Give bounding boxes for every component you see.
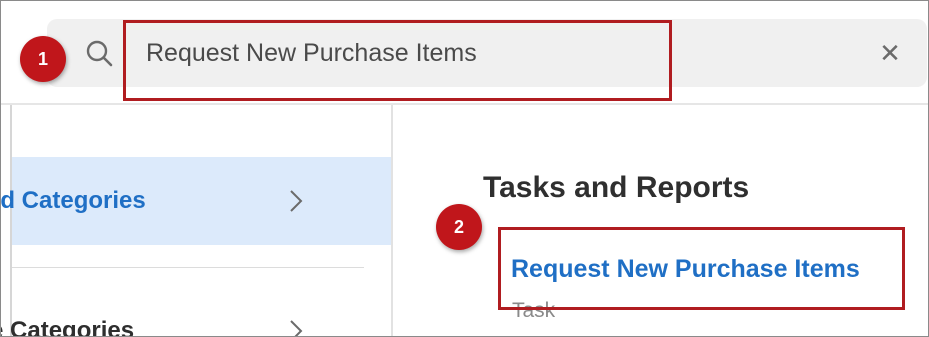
panel-divider xyxy=(391,105,393,336)
step-badge-2: 2 xyxy=(436,204,482,250)
search-highlight-box xyxy=(123,20,672,101)
result-highlight-box xyxy=(498,227,905,310)
chevron-right-icon[interactable] xyxy=(289,189,303,213)
header-divider xyxy=(1,103,928,105)
app-window: ✕ ed Categories e Categories Tasks and R… xyxy=(0,0,929,337)
chevron-right-icon[interactable] xyxy=(289,319,303,337)
search-icon[interactable] xyxy=(85,39,115,69)
sidebar-item-label[interactable]: e Categories xyxy=(1,317,134,336)
sidebar-divider xyxy=(12,267,364,268)
close-icon[interactable]: ✕ xyxy=(875,36,905,70)
step-badge-1: 1 xyxy=(20,36,66,82)
section-heading: Tasks and Reports xyxy=(483,171,750,204)
sidebar-item-label[interactable]: ed Categories xyxy=(1,187,146,215)
